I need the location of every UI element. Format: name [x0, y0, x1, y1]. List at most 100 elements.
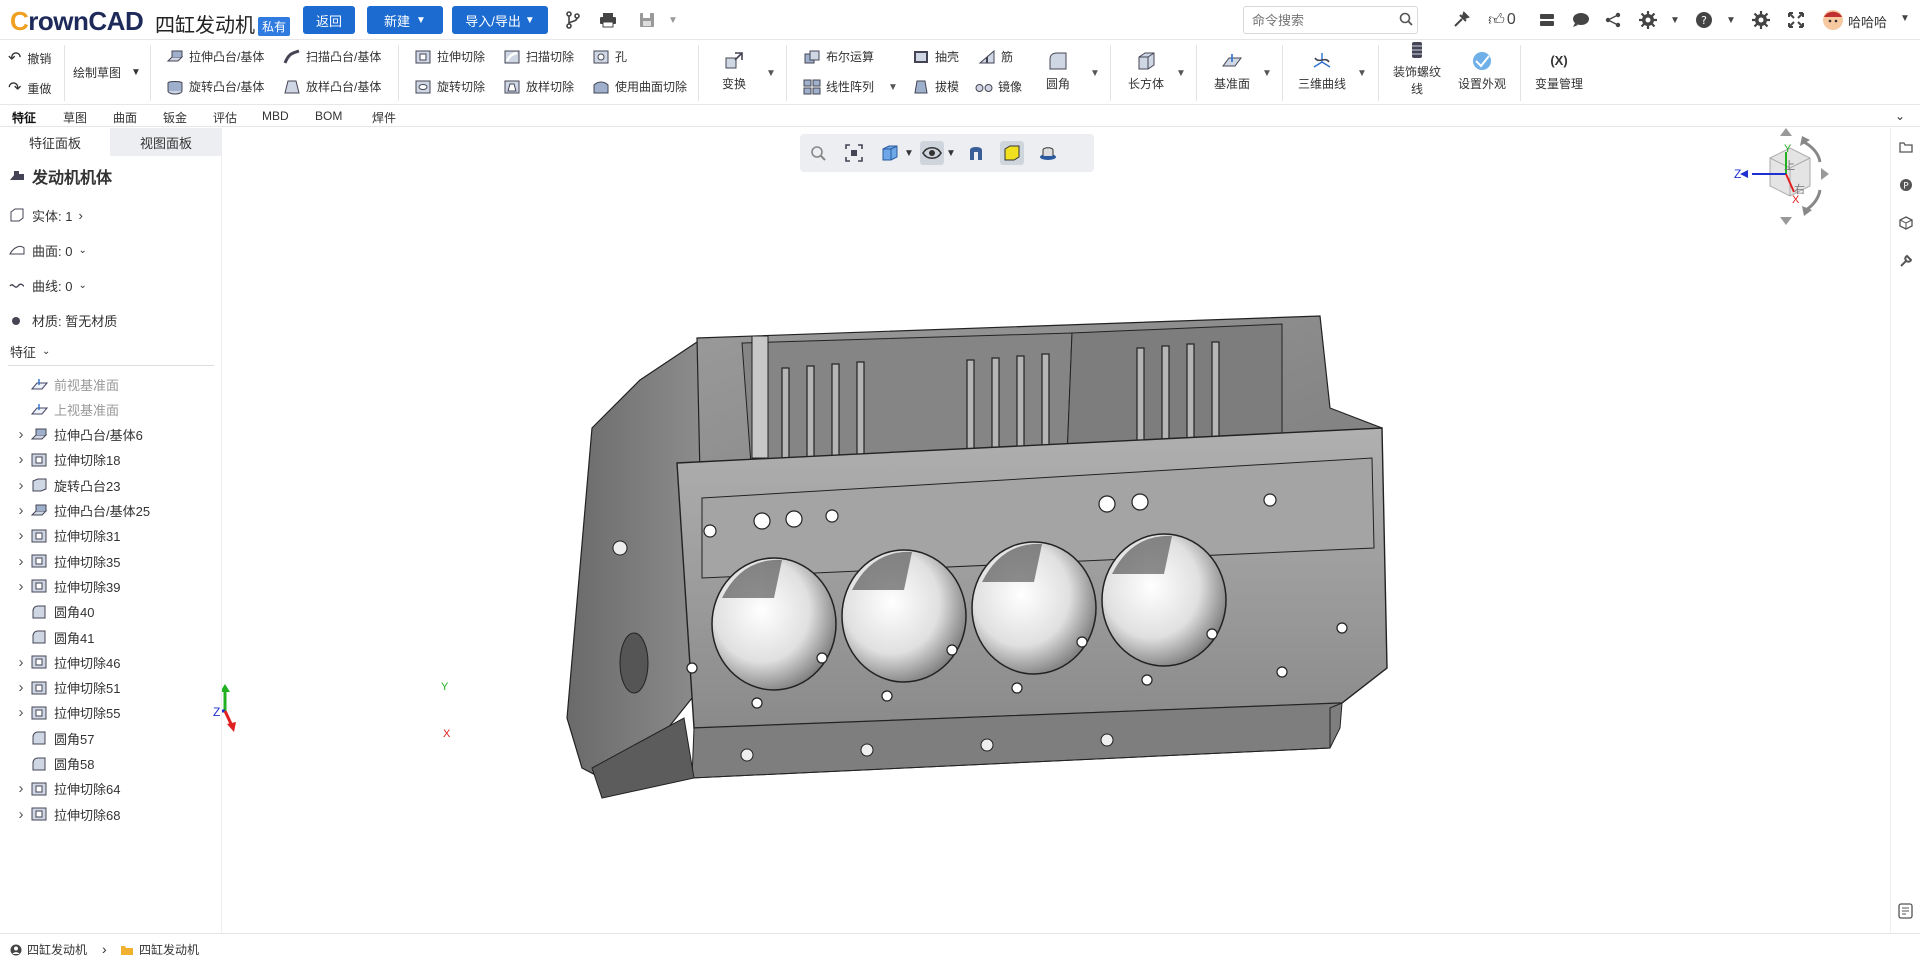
fillet-button[interactable]: 圆角	[1046, 50, 1070, 92]
chevron-down-icon[interactable]: ▼	[1090, 68, 1100, 79]
back-button[interactable]: 返回	[303, 6, 355, 34]
branch-icon[interactable]	[562, 9, 584, 31]
chevron-right-icon[interactable]: ›	[12, 679, 30, 696]
user-avatar[interactable]	[1822, 9, 1844, 31]
tree-features-header[interactable]: 特征 ⌄	[10, 339, 50, 363]
transform-button[interactable]: 变换	[722, 50, 746, 92]
tree-material[interactable]: 材质: 暂无材质	[8, 308, 117, 332]
user-name[interactable]: 哈哈哈	[1848, 12, 1887, 31]
fit-view-icon[interactable]	[842, 141, 866, 165]
tab-sketch[interactable]: 草图	[63, 109, 87, 126]
tree-root[interactable]: 发动机机体	[8, 164, 112, 188]
reference-plane-button[interactable]: 基准面	[1214, 50, 1250, 92]
revolve-cut-button[interactable]: 旋转切除	[414, 78, 485, 95]
chevron-down-icon[interactable]: ▼	[1720, 9, 1742, 31]
tree-feature-item[interactable]: 圆角58	[12, 752, 94, 776]
variable-manager-button[interactable]: (X) 变量管理	[1535, 50, 1583, 92]
settings-gear-icon[interactable]	[1637, 9, 1659, 31]
loft-boss-button[interactable]: 放样凸台/基体	[283, 78, 381, 95]
import-export-button[interactable]: 导入/导出 ▼	[452, 6, 548, 34]
tree-feature-item[interactable]: › 拉伸切除68	[12, 802, 121, 826]
tree-feature-item[interactable]: 上视基准面	[12, 397, 119, 421]
sketch-button[interactable]: 绘制草图 ▼	[73, 64, 141, 81]
render-settings-icon[interactable]	[1036, 141, 1060, 165]
cube-face-right[interactable]: 右	[1794, 181, 1805, 197]
tree-feature-item[interactable]: › 拉伸切除31	[12, 524, 121, 548]
3d-viewport[interactable]: Y Z X Y Z X 上 右	[213, 128, 1890, 933]
chevron-right-icon[interactable]: ›	[12, 578, 30, 595]
help-icon[interactable]: ?	[1693, 9, 1715, 31]
tab-evaluate[interactable]: 评估	[213, 109, 237, 126]
chevron-down-icon[interactable]: ▼	[662, 9, 684, 31]
box-button[interactable]: 长方体	[1128, 50, 1164, 92]
cube-face-top[interactable]: 上	[1784, 157, 1795, 173]
boolean-button[interactable]: 布尔运算	[803, 48, 874, 65]
linear-pattern-button[interactable]: 线性阵列	[803, 78, 874, 95]
rib-button[interactable]: 筋	[978, 48, 1013, 65]
shell-button[interactable]: 抽壳	[912, 48, 959, 65]
set-appearance-button[interactable]: 设置外观	[1458, 50, 1506, 92]
tab-sheet-metal[interactable]: 钣金	[163, 109, 187, 126]
view-cube[interactable]: Y Z X 上 右	[1732, 128, 1852, 238]
tree-feature-item[interactable]: › 拉伸切除51	[12, 676, 121, 700]
section-view-icon[interactable]	[964, 141, 988, 165]
tab-bom[interactable]: BOM	[315, 109, 342, 123]
tab-weldments[interactable]: 焊件	[372, 109, 396, 126]
undo-button[interactable]: ↶ 撤销	[8, 48, 51, 68]
chevron-down-icon[interactable]: ▼	[902, 141, 916, 165]
extrude-cut-button[interactable]: 拉伸切除	[414, 48, 485, 65]
chevron-right-icon[interactable]: ›	[12, 527, 30, 544]
app-logo[interactable]: CrownCAD	[10, 6, 144, 37]
chevron-down-icon[interactable]: ▼	[1262, 68, 1272, 79]
3d-curve-button[interactable]: 三维曲线	[1298, 50, 1346, 92]
sweep-cut-button[interactable]: 扫描切除	[503, 48, 574, 65]
chevron-right-icon[interactable]: ›	[12, 704, 30, 721]
tab-surface[interactable]: 曲面	[113, 109, 137, 126]
chevron-down-icon[interactable]: ▼	[1176, 68, 1186, 79]
collapse-ribbon-icon[interactable]: ⌄	[1895, 109, 1905, 123]
draft-button[interactable]: 拔模	[912, 78, 959, 95]
sweep-boss-button[interactable]: 扫描凸台/基体	[283, 48, 381, 65]
tab-view-panel[interactable]: 视图面板	[110, 128, 222, 156]
chevron-right-icon[interactable]: ›	[12, 477, 30, 494]
chevron-down-icon[interactable]: ▼	[944, 141, 958, 165]
chevron-down-icon[interactable]: ▼	[1664, 9, 1686, 31]
tree-feature-item[interactable]: 前视基准面	[12, 372, 119, 396]
command-search-input[interactable]	[1243, 6, 1418, 34]
surface-cut-button[interactable]: 使用曲面切除	[592, 78, 687, 95]
tab-features[interactable]: 特征	[12, 109, 36, 126]
chevron-right-icon[interactable]: ›	[12, 654, 30, 671]
folder-icon[interactable]	[1897, 138, 1915, 156]
tree-feature-item[interactable]: › 拉伸切除39	[12, 574, 121, 598]
tree-feature-item[interactable]: › 拉伸切除46	[12, 650, 121, 674]
notes-icon[interactable]	[1897, 902, 1915, 920]
share-icon[interactable]	[1602, 9, 1624, 31]
like-button[interactable]: 👍︎ 0	[1485, 9, 1519, 31]
breadcrumb-folder[interactable]: 四缸发动机	[120, 941, 199, 958]
revolve-boss-button[interactable]: 旋转凸台/基体	[166, 78, 264, 95]
wrench-icon[interactable]	[1897, 252, 1915, 270]
tree-feature-item[interactable]: › 拉伸切除64	[12, 777, 121, 801]
chevron-down-icon[interactable]: ▼	[766, 68, 776, 79]
chevron-down-icon[interactable]: ▼	[888, 82, 898, 93]
chevron-right-icon[interactable]: ›	[12, 502, 30, 519]
loft-cut-button[interactable]: 放样切除	[503, 78, 574, 95]
chevron-right-icon[interactable]: ›	[12, 426, 30, 443]
chevron-down-icon[interactable]: ▼	[1357, 68, 1367, 79]
properties-icon[interactable]: P	[1897, 176, 1915, 194]
part-library-icon[interactable]	[1897, 214, 1915, 232]
tab-mbd[interactable]: MBD	[262, 109, 289, 123]
chevron-right-icon[interactable]: ›	[12, 553, 30, 570]
visibility-eye-icon[interactable]	[920, 141, 944, 165]
server-icon[interactable]	[1536, 9, 1558, 31]
chevron-down-icon[interactable]: ▼	[1900, 13, 1910, 24]
comment-icon[interactable]	[1570, 9, 1592, 31]
engine-block-model[interactable]	[222, 128, 1890, 933]
fullscreen-icon[interactable]	[1785, 9, 1807, 31]
hole-button[interactable]: 孔	[592, 48, 627, 65]
mirror-button[interactable]: 镜像	[975, 78, 1022, 95]
print-icon[interactable]	[597, 9, 619, 31]
shaded-display-icon[interactable]	[1000, 141, 1024, 165]
tab-feature-panel[interactable]: 特征面板	[0, 128, 110, 156]
preferences-gear-icon[interactable]	[1750, 9, 1772, 31]
